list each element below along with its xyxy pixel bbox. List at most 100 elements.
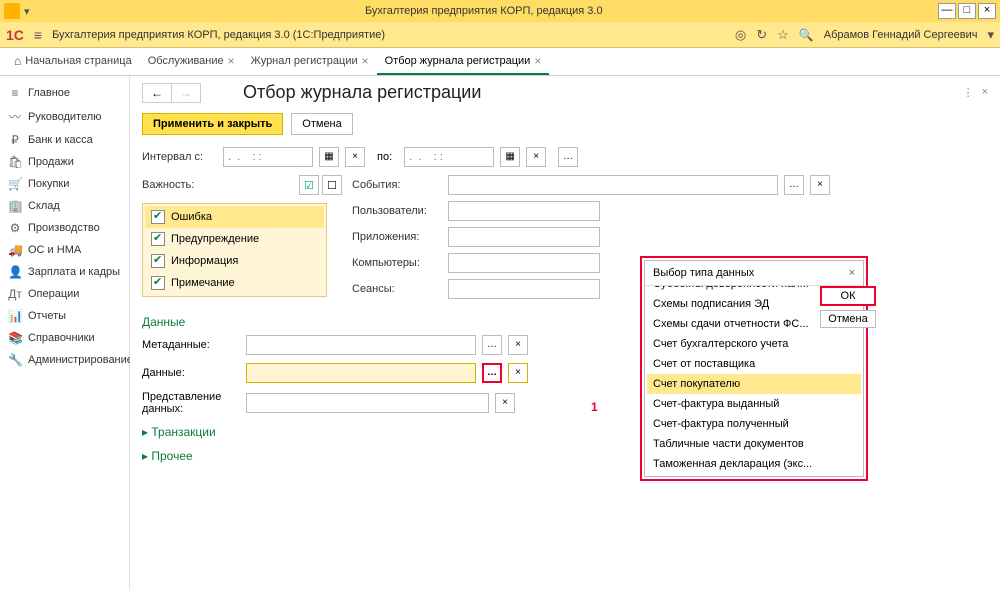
sidebar-item-admin[interactable]: 🔧Администрирование bbox=[0, 349, 129, 371]
close-icon[interactable]: × bbox=[849, 267, 855, 279]
tab-maintenance[interactable]: Обслуживание× bbox=[140, 48, 243, 75]
importance-row[interactable]: Ошибка bbox=[145, 206, 324, 228]
importance-row[interactable]: Информация bbox=[145, 250, 324, 272]
type-list-item[interactable]: Таможенная декларация (экс... bbox=[647, 454, 861, 474]
checkbox[interactable] bbox=[151, 254, 165, 268]
app-icon-small bbox=[4, 3, 20, 19]
checkbox[interactable] bbox=[151, 276, 165, 290]
sidebar-item-label: Справочники bbox=[28, 332, 95, 344]
sidebar-item-label: Администрирование bbox=[28, 354, 133, 366]
date-picker-icon[interactable]: ▦ bbox=[500, 147, 520, 167]
apps-label: Приложения: bbox=[352, 231, 442, 243]
sidebar-item-label: Банк и касса bbox=[28, 134, 93, 146]
type-list-item[interactable]: Счет покупателю bbox=[647, 374, 861, 394]
burger-icon[interactable]: ≡ bbox=[34, 27, 42, 43]
select-button[interactable]: … bbox=[482, 335, 502, 355]
checkbox[interactable] bbox=[151, 232, 165, 246]
list-icon: ≡ bbox=[8, 86, 22, 100]
ok-button[interactable]: ОК bbox=[820, 286, 876, 306]
window-maximize-button[interactable]: □ bbox=[958, 3, 976, 19]
type-list-item[interactable]: Счет бухгалтерского учета bbox=[647, 334, 861, 354]
more-icon[interactable]: ⋮ bbox=[963, 86, 974, 99]
nav-back-button[interactable]: ← bbox=[143, 84, 172, 102]
uncheck-all-button[interactable]: ☐ bbox=[322, 175, 342, 195]
period-button[interactable]: … bbox=[558, 147, 578, 167]
history-icon[interactable]: ↻ bbox=[756, 27, 767, 43]
date-to-input[interactable] bbox=[404, 147, 494, 167]
sidebar-item-label: Операции bbox=[28, 288, 79, 300]
star-icon[interactable]: ☆ bbox=[777, 27, 789, 43]
user-name[interactable]: Абрамов Геннадий Сергеевич bbox=[824, 29, 978, 41]
computers-label: Компьютеры: bbox=[352, 257, 442, 269]
apps-input[interactable] bbox=[448, 227, 600, 247]
date-picker-icon[interactable]: ▦ bbox=[319, 147, 339, 167]
importance-row[interactable]: Предупреждение bbox=[145, 228, 324, 250]
metadata-label: Метаданные: bbox=[142, 339, 240, 351]
clear-icon[interactable]: × bbox=[526, 147, 546, 167]
check-all-button[interactable]: ☑ bbox=[299, 175, 319, 195]
type-list-item[interactable]: Счет-фактура выданный bbox=[647, 394, 861, 414]
cancel-button[interactable]: Отмена bbox=[291, 113, 352, 135]
apply-close-button[interactable]: Применить и закрыть bbox=[142, 113, 283, 135]
clear-icon[interactable]: × bbox=[508, 335, 528, 355]
importance-row[interactable]: Примечание bbox=[145, 272, 324, 294]
type-list-item[interactable]: Счет от поставщика bbox=[647, 354, 861, 374]
data-input[interactable] bbox=[246, 363, 476, 383]
search-icon[interactable]: 🔍 bbox=[799, 28, 814, 42]
sidebar-item-catalogs[interactable]: 📚 Справочники bbox=[0, 327, 129, 349]
ruble-icon: ₽ bbox=[8, 133, 22, 147]
app-title: Бухгалтерия предприятия КОРП, редакция 3… bbox=[30, 5, 938, 17]
sidebar-item-label: Продажи bbox=[28, 156, 74, 168]
date-from-input[interactable] bbox=[223, 147, 313, 167]
sidebar-item-salary[interactable]: 👤Зарплата и кадры bbox=[0, 261, 129, 283]
sidebar-item-operations[interactable]: ДтОперации bbox=[0, 283, 129, 305]
close-icon[interactable]: × bbox=[534, 54, 541, 68]
sidebar-item-manager[interactable]: 〰Руководителю bbox=[0, 104, 129, 129]
window-close-button[interactable]: × bbox=[978, 3, 996, 19]
importance-item-label: Примечание bbox=[171, 277, 235, 289]
close-icon[interactable]: × bbox=[228, 54, 235, 68]
to-label: по: bbox=[377, 151, 392, 163]
clear-icon[interactable]: × bbox=[508, 363, 528, 383]
sidebar-item-main[interactable]: ≡Главное bbox=[0, 82, 129, 104]
sessions-input[interactable] bbox=[448, 279, 600, 299]
type-list-item[interactable]: Табличные части документов bbox=[647, 434, 861, 454]
sidebar-item-warehouse[interactable]: 🏢Склад bbox=[0, 195, 129, 217]
close-icon[interactable]: × bbox=[362, 54, 369, 68]
clear-icon[interactable]: × bbox=[495, 393, 515, 413]
events-label: События: bbox=[352, 179, 442, 191]
metadata-input[interactable] bbox=[246, 335, 476, 355]
sidebar-item-sales[interactable]: 🛍Продажи bbox=[0, 151, 129, 173]
computers-input[interactable] bbox=[448, 253, 600, 273]
page-close-icon[interactable]: × bbox=[982, 86, 988, 99]
page-title: Отбор журнала регистрации bbox=[243, 82, 481, 103]
sidebar-item-production[interactable]: ⚙Производство bbox=[0, 217, 129, 239]
dialog-cancel-button[interactable]: Отмена bbox=[820, 310, 876, 328]
books-icon: 📚 bbox=[8, 331, 22, 345]
window-minimize-button[interactable]: — bbox=[938, 3, 956, 19]
sidebar-item-label: Покупки bbox=[28, 178, 69, 190]
dialog-title: Выбор типа данных bbox=[653, 267, 754, 279]
repr-label: Представление данных: bbox=[142, 391, 240, 415]
user-menu-icon[interactable]: ▾ bbox=[987, 27, 994, 43]
compass-icon[interactable]: ◎ bbox=[735, 27, 746, 43]
clear-icon[interactable]: × bbox=[810, 175, 830, 195]
users-input[interactable] bbox=[448, 201, 600, 221]
sidebar-item-reports[interactable]: 📊Отчеты bbox=[0, 305, 129, 327]
checkbox[interactable] bbox=[151, 210, 165, 224]
tab-journal[interactable]: Журнал регистрации× bbox=[243, 48, 377, 75]
select-button[interactable]: … bbox=[482, 363, 502, 383]
sidebar-item-assets[interactable]: 🚚ОС и НМА bbox=[0, 239, 129, 261]
select-button[interactable]: … bbox=[784, 175, 804, 195]
type-list-item[interactable]: Счет-фактура полученный bbox=[647, 414, 861, 434]
repr-input[interactable] bbox=[246, 393, 489, 413]
events-input[interactable] bbox=[448, 175, 778, 195]
tab-filter-journal[interactable]: Отбор журнала регистрации× bbox=[377, 48, 550, 75]
tab-home[interactable]: ⌂Начальная страница bbox=[6, 48, 140, 75]
sidebar-item-bank[interactable]: ₽ Банк и касса bbox=[0, 129, 129, 151]
nav-forward-button[interactable]: → bbox=[172, 84, 200, 102]
clear-icon[interactable]: × bbox=[345, 147, 365, 167]
sidebar-item-purchases[interactable]: 🛒Покупки bbox=[0, 173, 129, 195]
sessions-label: Сеансы: bbox=[352, 283, 442, 295]
interval-from-label: Интервал с: bbox=[142, 151, 217, 163]
